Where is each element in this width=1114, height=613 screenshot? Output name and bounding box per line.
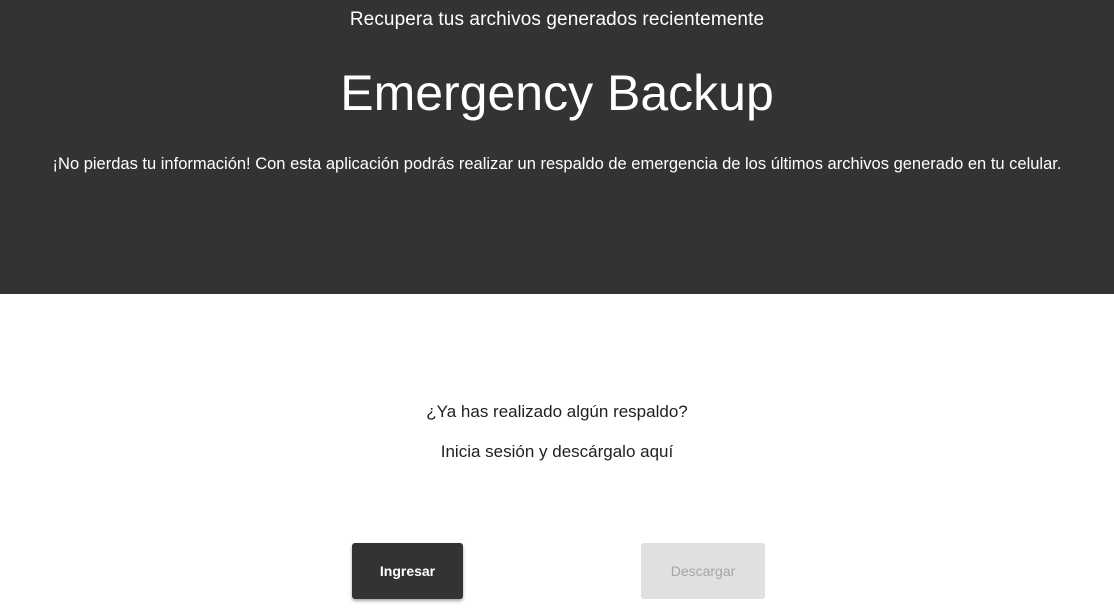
- page: Recupera tus archivos generados reciente…: [0, 0, 1114, 613]
- page-title: Emergency Backup: [340, 65, 774, 121]
- backup-question: ¿Ya has realizado algún respaldo?: [426, 402, 688, 421]
- login-hint: Inicia sesión y descárgalo aquí: [440, 442, 674, 461]
- login-button[interactable]: Ingresar: [352, 543, 463, 599]
- download-button[interactable]: Descargar: [641, 543, 765, 599]
- hero-kicker: Recupera tus archivos generados reciente…: [349, 9, 765, 30]
- hero-description: ¡No pierdas tu información! Con esta apl…: [52, 155, 1062, 173]
- hero-banner: Recupera tus archivos generados reciente…: [0, 0, 1114, 294]
- backup-section: ¿Ya has realizado algún respaldo? Inicia…: [0, 294, 1114, 613]
